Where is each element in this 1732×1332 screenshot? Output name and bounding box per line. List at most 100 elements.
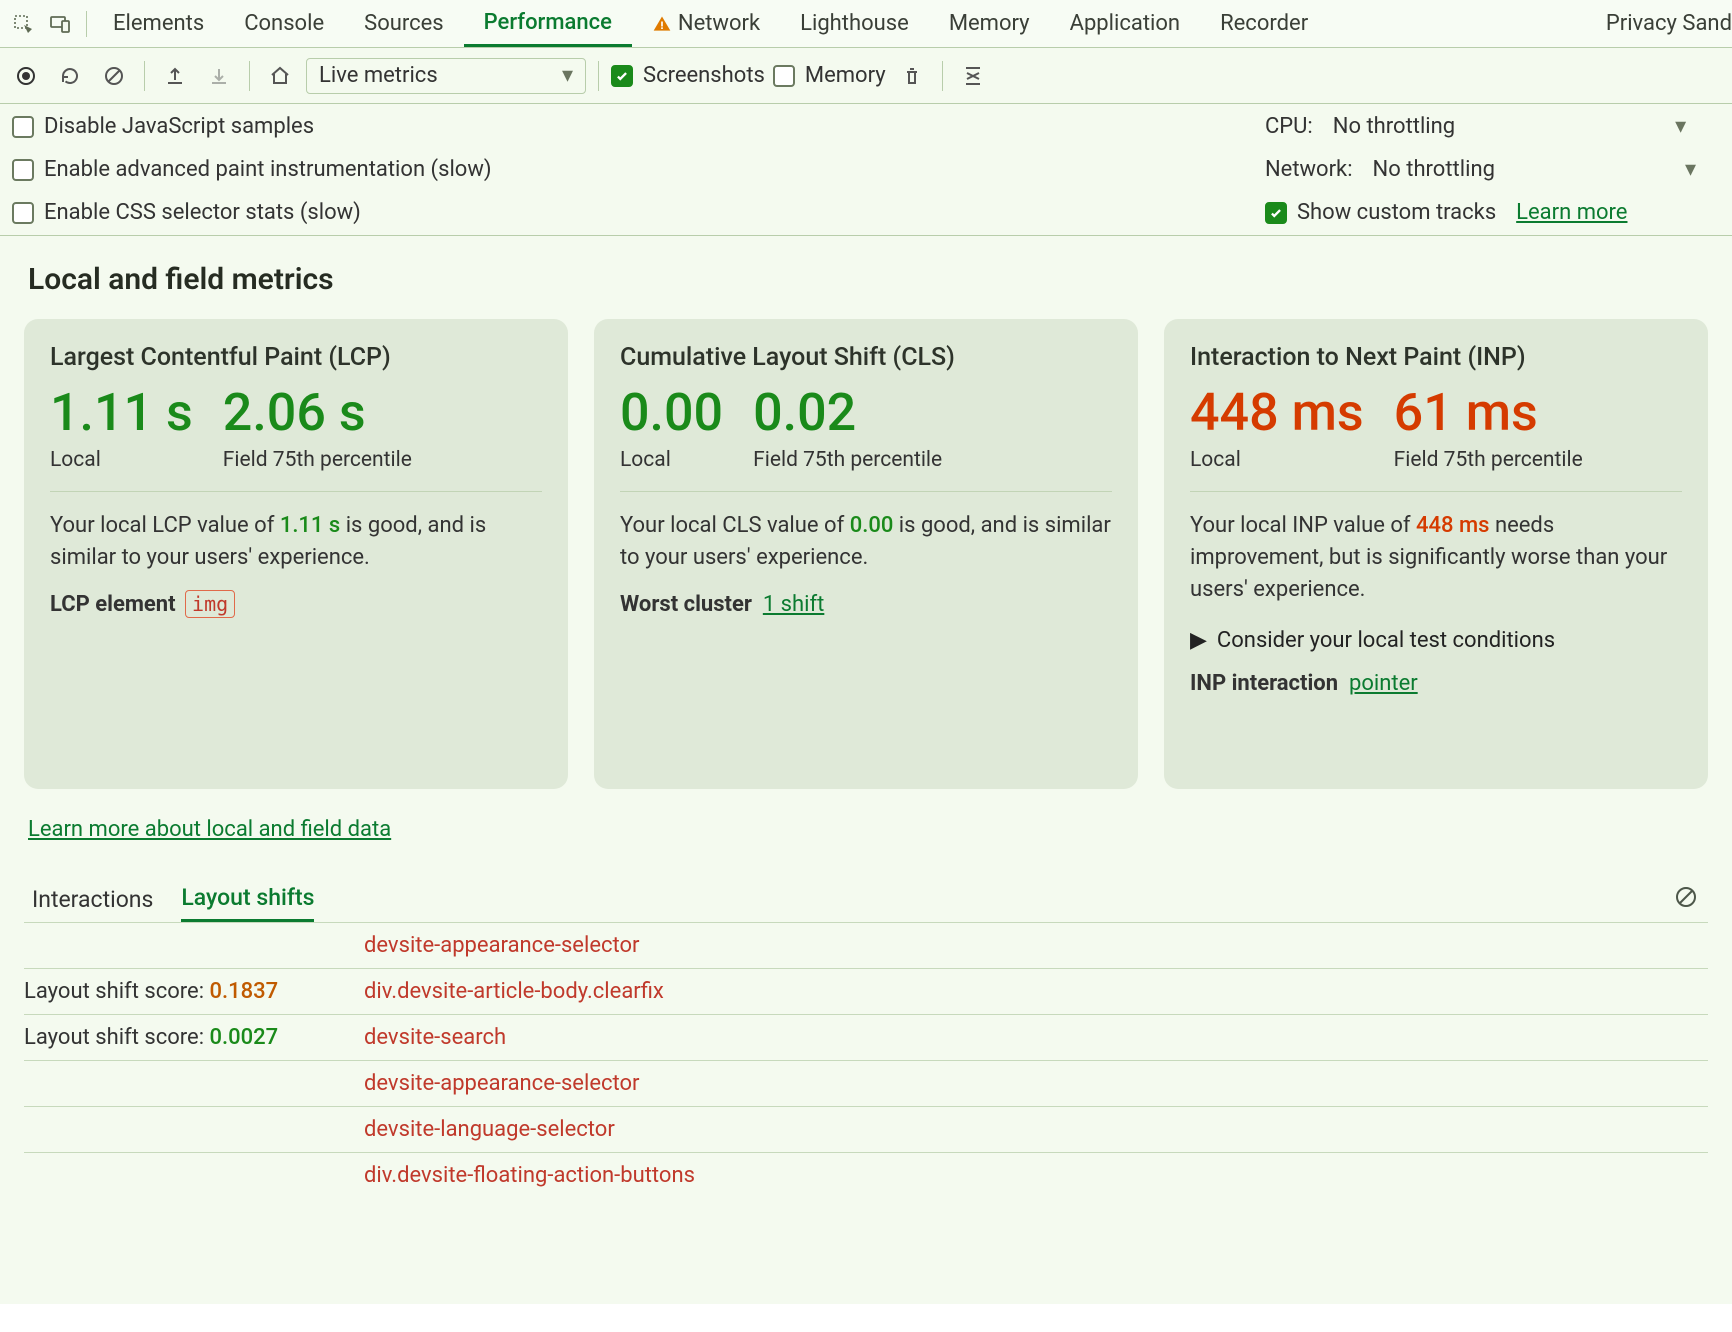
tab-sources[interactable]: Sources [344, 0, 464, 47]
tab-interactions[interactable]: Interactions [32, 878, 153, 921]
metrics-select-label: Live metrics [319, 63, 438, 88]
checkbox-on-icon [1265, 202, 1287, 224]
lcp-field-label: Field 75th percentile [223, 447, 412, 473]
checkbox-off-icon [12, 202, 34, 224]
layout-shift-row[interactable]: Layout shift score: 0.1837 div.devsite-ar… [24, 969, 1708, 1015]
lcp-description: Your local LCP value of 1.11 s is good, … [50, 510, 542, 574]
metric-cards: Largest Contentful Paint (LCP) 1.11 s Lo… [24, 319, 1708, 789]
clear-log-button[interactable] [1664, 879, 1708, 919]
separator [249, 61, 250, 91]
garbage-collect-button[interactable] [894, 58, 930, 94]
checkbox-off-icon [12, 159, 34, 181]
layout-shift-row[interactable]: devsite-language-selector [24, 1107, 1708, 1153]
score-label: Layout shift score: 0.0027 [24, 1025, 324, 1050]
network-throttle-select[interactable]: Network: No throttling ▾ [1265, 157, 1696, 182]
tab-layout-shifts[interactable]: Layout shifts [181, 876, 314, 922]
tab-recorder[interactable]: Recorder [1200, 0, 1328, 47]
tab-performance[interactable]: Performance [464, 0, 632, 47]
score-label: Layout shift score: 0.1837 [24, 979, 324, 1004]
warning-icon [652, 14, 672, 34]
inp-field-value: 61 ms [1394, 386, 1583, 441]
disable-js-samples-checkbox[interactable]: Disable JavaScript samples [12, 114, 492, 139]
network-value: No throttling [1373, 157, 1495, 182]
css-stats-checkbox[interactable]: Enable CSS selector stats (slow) [12, 200, 492, 225]
lcp-local-value: 1.11 s [50, 386, 193, 441]
chevron-down-icon: ▾ [1685, 157, 1696, 182]
screenshots-checkbox[interactable]: Screenshots [611, 63, 765, 88]
checkbox-off-icon [12, 116, 34, 138]
home-button[interactable] [262, 58, 298, 94]
tab-memory[interactable]: Memory [929, 0, 1050, 47]
inp-expand-label: Consider your local test conditions [1217, 628, 1555, 653]
inp-interaction-link[interactable]: pointer [1349, 671, 1418, 696]
layout-shift-row[interactable]: Layout shift score: 0.0027 devsite-search [24, 1015, 1708, 1061]
tab-console[interactable]: Console [224, 0, 344, 47]
learn-more-metrics-link[interactable]: Learn more about local and field data [28, 817, 391, 842]
layout-shift-row[interactable]: devsite-appearance-selector [24, 923, 1708, 969]
custom-tracks-checkbox[interactable]: Show custom tracks [1265, 200, 1496, 225]
css-stats-label: Enable CSS selector stats (slow) [44, 200, 361, 225]
layout-shift-row[interactable]: div.devsite-floating-action-buttons [24, 1153, 1708, 1198]
upload-button[interactable] [157, 58, 193, 94]
shift-element[interactable]: devsite-search [364, 1025, 506, 1050]
memory-checkbox[interactable]: Memory [773, 63, 886, 88]
lcp-element-pill[interactable]: img [185, 590, 235, 618]
memory-label: Memory [805, 63, 886, 88]
screenshots-label: Screenshots [643, 63, 765, 88]
chevron-down-icon: ▾ [1675, 114, 1686, 139]
inspect-icon[interactable] [0, 12, 40, 36]
learn-more-link[interactable]: Learn more [1516, 200, 1627, 225]
lower-panel: Interactions Layout shifts devsite-appea… [24, 876, 1708, 1198]
checkbox-on-icon [611, 65, 633, 87]
cls-cluster-link[interactable]: 1 shift [763, 592, 825, 617]
tab-elements[interactable]: Elements [93, 0, 224, 47]
inp-field-label: Field 75th percentile [1394, 447, 1583, 473]
inp-interaction-line: INP interaction pointer [1190, 671, 1682, 696]
lcp-title: Largest Contentful Paint (LCP) [50, 343, 542, 372]
layout-shift-row[interactable]: devsite-appearance-selector [24, 1061, 1708, 1107]
collapse-button[interactable] [955, 58, 991, 94]
device-toggle-icon[interactable] [40, 12, 80, 36]
tab-privacy[interactable]: Privacy Sand [1586, 0, 1732, 47]
lcp-field-value: 2.06 s [223, 386, 412, 441]
separator [598, 61, 599, 91]
custom-tracks-label: Show custom tracks [1297, 200, 1496, 225]
inp-expand-row[interactable]: ▶ Consider your local test conditions [1190, 628, 1682, 653]
main-panel: Local and field metrics Largest Contentf… [0, 236, 1732, 1304]
lower-tabs: Interactions Layout shifts [24, 876, 1708, 923]
performance-toolbar: Live metrics ▾ Screenshots Memory [0, 48, 1732, 104]
advanced-paint-label: Enable advanced paint instrumentation (s… [44, 157, 492, 182]
layout-shift-list: devsite-appearance-selector Layout shift … [24, 923, 1708, 1198]
checkbox-off-icon [773, 65, 795, 87]
clear-button[interactable] [96, 58, 132, 94]
shift-element[interactable]: devsite-language-selector [364, 1117, 615, 1142]
separator [942, 61, 943, 91]
metrics-select[interactable]: Live metrics ▾ [306, 58, 586, 94]
lcp-card: Largest Contentful Paint (LCP) 1.11 s Lo… [24, 319, 568, 789]
shift-element[interactable]: div.devsite-floating-action-buttons [364, 1163, 695, 1188]
score-value: 0.0027 [209, 1025, 278, 1050]
cpu-throttle-select[interactable]: CPU: No throttling▾ [1265, 114, 1696, 139]
cls-description: Your local CLS value of 0.00 is good, an… [620, 510, 1112, 574]
tab-lighthouse[interactable]: Lighthouse [780, 0, 929, 47]
tab-application[interactable]: Application [1050, 0, 1200, 47]
record-button[interactable] [8, 58, 44, 94]
lcp-local-label: Local [50, 447, 193, 473]
shift-element[interactable]: div.devsite-article-body.clearfix [364, 979, 664, 1004]
section-title: Local and field metrics [28, 262, 1708, 297]
shift-element[interactable]: devsite-appearance-selector [364, 1071, 639, 1096]
score-value: 0.1837 [209, 979, 278, 1004]
lcp-element-line: LCP element img [50, 592, 542, 617]
reload-record-button[interactable] [52, 58, 88, 94]
disable-js-label: Disable JavaScript samples [44, 114, 314, 139]
devtools-tab-strip: Elements Console Sources Performance Net… [0, 0, 1732, 48]
tab-network[interactable]: Network [632, 0, 780, 47]
separator [144, 61, 145, 91]
advanced-paint-checkbox[interactable]: Enable advanced paint instrumentation (s… [12, 157, 492, 182]
shift-element[interactable]: devsite-appearance-selector [364, 933, 639, 958]
triangle-right-icon: ▶ [1190, 628, 1207, 653]
network-label: Network: [1265, 157, 1353, 182]
download-button[interactable] [201, 58, 237, 94]
cpu-label: CPU: [1265, 114, 1313, 139]
inp-local-label: Local [1190, 447, 1364, 473]
